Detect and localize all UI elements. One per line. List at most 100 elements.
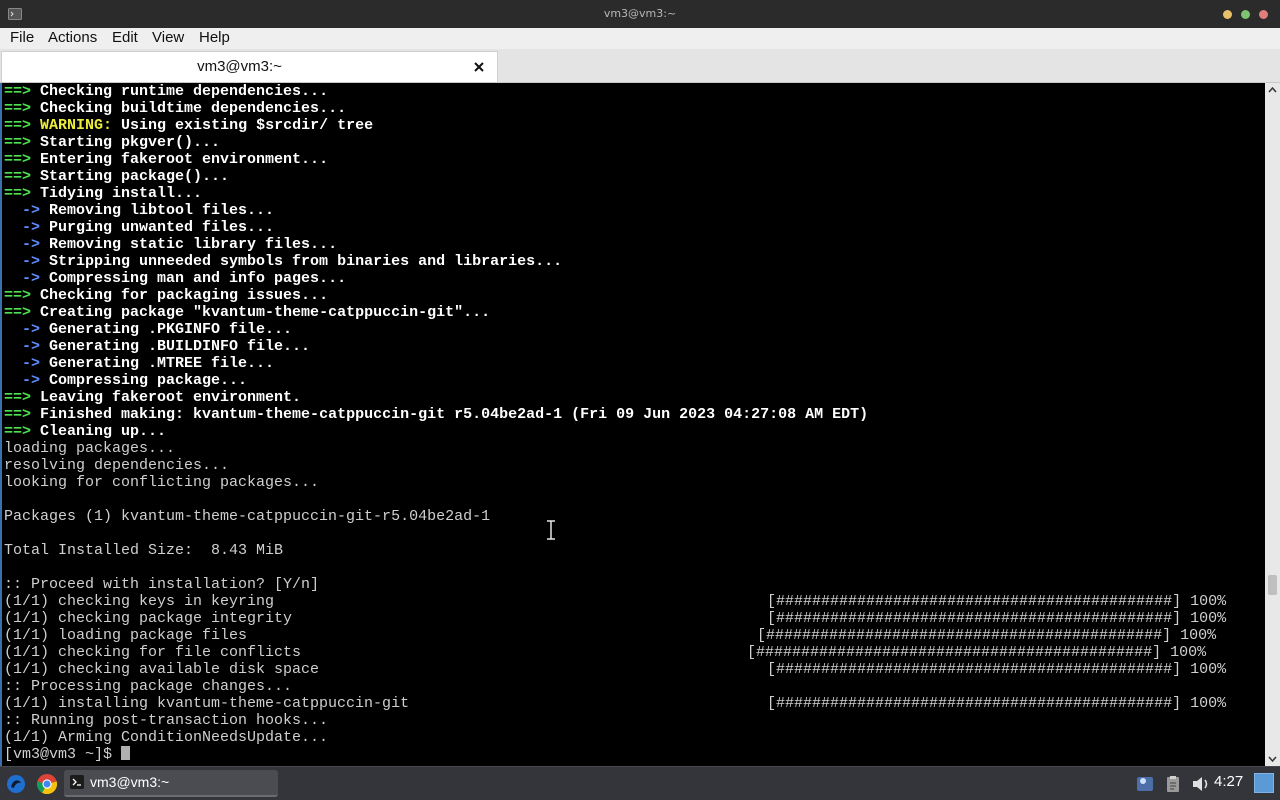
terminal-line: Total Installed Size: 8.43 MiB <box>4 542 868 559</box>
line-marker: ==> <box>4 389 32 406</box>
line-marker: ==> <box>4 83 32 100</box>
maximize-button[interactable] <box>1241 10 1250 19</box>
warning-keyword: WARNING: <box>40 117 113 134</box>
line-text: Starting pkgver()... <box>31 134 221 151</box>
menu-file[interactable]: File <box>10 29 34 47</box>
line-text: :: Processing package changes... <box>4 678 293 695</box>
scroll-thumb[interactable] <box>1268 575 1277 595</box>
line-marker: -> <box>4 321 41 338</box>
terminal-cursor <box>121 746 131 760</box>
line-marker: -> <box>4 253 41 270</box>
line-marker: ==> <box>4 134 32 151</box>
line-text: Starting package()... <box>31 168 230 185</box>
line-text: Using existing $srcdir/ tree <box>112 117 374 134</box>
terminal-line: (1/1) checking package integrity [#######… <box>4 610 1226 627</box>
terminal-line: :: Processing package changes... <box>4 678 868 695</box>
terminal-line: (1/1) installing kvantum-theme-catppucci… <box>4 695 1226 712</box>
window-title: vm3@vm3:~ <box>603 7 677 20</box>
line-text: Creating package "kvantum-theme-catppucc… <box>31 304 491 321</box>
app-launcher-icon[interactable] <box>5 773 27 795</box>
shell-prompt: [vm3@vm3 ~]$ <box>4 746 122 763</box>
terminal-line: ==> Checking for packaging issues... <box>4 287 868 304</box>
progress-bar: [#######################################… <box>747 644 1207 661</box>
line-text: Checking buildtime dependencies... <box>31 100 347 117</box>
terminal-line: ==> Starting package()... <box>4 168 868 185</box>
line-text: Purging unwanted files... <box>40 219 275 236</box>
progress-label: (1/1) checking available disk space <box>4 661 320 678</box>
clipboard-icon[interactable] <box>1164 775 1182 793</box>
progress-label: (1/1) installing kvantum-theme-catppucci… <box>4 695 410 712</box>
terminal-line: (1/1) Arming ConditionNeedsUpdate... <box>4 729 868 746</box>
line-text: :: Running post-transaction hooks... <box>4 712 329 729</box>
menu-edit[interactable]: Edit <box>112 29 138 47</box>
line-text: Leaving fakeroot environment. <box>31 389 302 406</box>
line-text: (1/1) Arming ConditionNeedsUpdate... <box>4 729 329 746</box>
line-marker: ==> <box>4 168 32 185</box>
line-text: Generating .PKGINFO file... <box>40 321 293 338</box>
terminal-icon <box>70 775 84 789</box>
terminal-line: (1/1) checking available disk space [####… <box>4 661 1226 678</box>
line-marker: ==> <box>4 406 32 423</box>
terminal-line: looking for conflicting packages... <box>4 474 868 491</box>
task-label: vm3@vm3:~ <box>90 774 170 790</box>
progress-bar: [#######################################… <box>767 610 1227 627</box>
terminal-line: -> Purging unwanted files... <box>4 219 868 236</box>
line-text: looking for conflicting packages... <box>4 474 320 491</box>
line-text: Packages (1) kvantum-theme-catppuccin-gi… <box>4 508 491 525</box>
menu-actions[interactable]: Actions <box>48 29 97 47</box>
scroll-up-icon[interactable] <box>1265 83 1280 97</box>
terminal-line: loading packages... <box>4 440 868 457</box>
volume-icon[interactable] <box>1191 775 1211 793</box>
terminal-line: -> Removing libtool files... <box>4 202 868 219</box>
scroll-track[interactable] <box>1268 97 1277 752</box>
progress-label: (1/1) loading package files <box>4 627 248 644</box>
line-text: resolving dependencies... <box>4 457 230 474</box>
line-marker: -> <box>4 270 41 287</box>
notification-icon[interactable] <box>1136 775 1154 793</box>
line-marker: ==> <box>4 117 32 134</box>
progress-bar: [#######################################… <box>767 593 1227 610</box>
close-window-button[interactable] <box>1259 10 1268 19</box>
line-marker: -> <box>4 219 41 236</box>
terminal-scrollbar[interactable] <box>1265 83 1280 766</box>
line-text: Stripping unneeded symbols from binaries… <box>40 253 563 270</box>
progress-label: (1/1) checking keys in keyring <box>4 593 275 610</box>
line-marker: -> <box>4 338 41 355</box>
menu-help[interactable]: Help <box>199 29 230 47</box>
chrome-icon[interactable] <box>36 773 58 795</box>
line-marker: ==> <box>4 100 32 117</box>
minimize-button[interactable] <box>1223 10 1232 19</box>
line-text: Checking runtime dependencies... <box>31 83 329 100</box>
line-marker: ==> <box>4 151 32 168</box>
task-button-terminal[interactable]: vm3@vm3:~ <box>64 770 278 797</box>
line-text: Generating .MTREE file... <box>40 355 275 372</box>
terminal-output[interactable]: ==> Checking runtime dependencies... ==> … <box>0 83 1265 766</box>
terminal-line: -> Generating .MTREE file... <box>4 355 868 372</box>
show-desktop-icon[interactable] <box>1254 773 1274 793</box>
menu-view[interactable]: View <box>152 29 184 47</box>
terminal-line: -> Stripping unneeded symbols from binar… <box>4 253 868 270</box>
line-marker: -> <box>4 355 41 372</box>
terminal-tab[interactable]: vm3@vm3:~ <box>1 51 498 82</box>
terminal-line: (1/1) loading package files [############… <box>4 627 1216 644</box>
terminal-line: ==> Cleaning up... <box>4 423 868 440</box>
terminal-line: Packages (1) kvantum-theme-catppuccin-gi… <box>4 508 868 525</box>
scroll-down-icon[interactable] <box>1265 752 1280 766</box>
progress-bar: [#######################################… <box>757 627 1217 644</box>
tab-label: vm3@vm3:~ <box>197 58 282 75</box>
text-cursor-icon <box>547 520 555 540</box>
close-icon[interactable] <box>471 59 487 75</box>
window-titlebar[interactable]: vm3@vm3:~ <box>0 0 1280 28</box>
line-text: Tidying install... <box>31 185 203 202</box>
terminal-line: ==> WARNING: Using existing $srcdir/ tre… <box>4 117 868 134</box>
line-text: Removing libtool files... <box>40 202 275 219</box>
line-text: Total Installed Size: 8.43 MiB <box>4 542 284 559</box>
line-marker: -> <box>4 372 41 389</box>
taskbar: vm3@vm3:~ 4:27 <box>0 766 1280 800</box>
line-marker: ==> <box>4 287 32 304</box>
taskbar-clock[interactable]: 4:27 <box>1214 773 1243 790</box>
terminal-line: (1/1) checking for file conflicts [######… <box>4 644 1206 661</box>
line-marker: -> <box>4 202 41 219</box>
